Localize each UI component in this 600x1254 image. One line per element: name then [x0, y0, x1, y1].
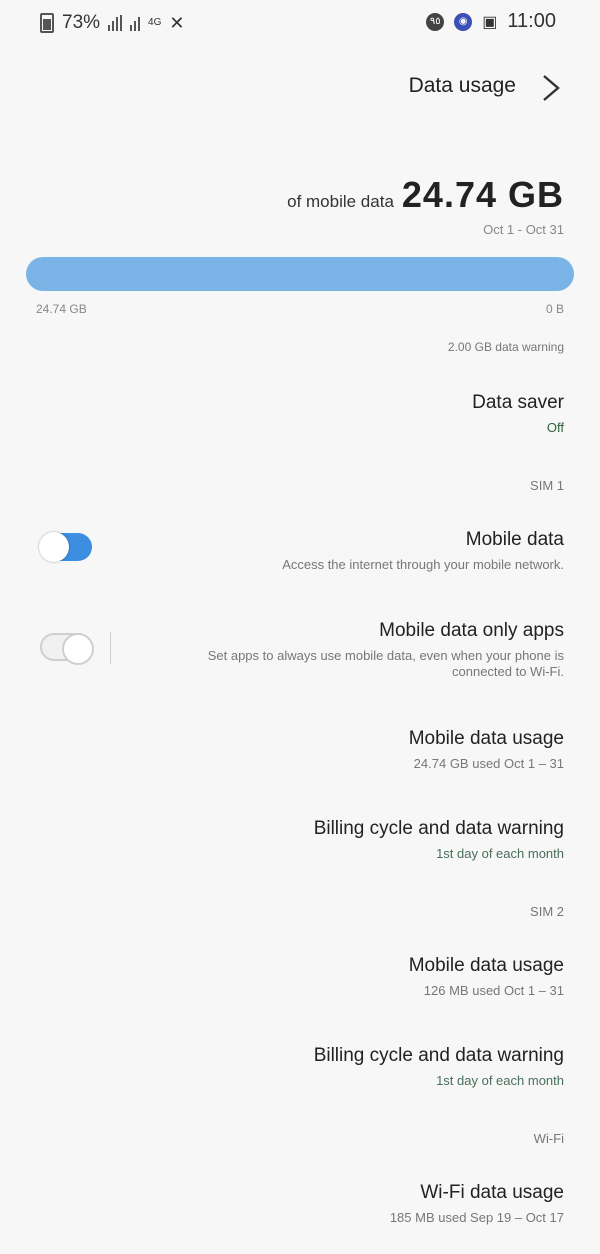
data-warning-label: 2.00 GB data warning [447, 340, 564, 354]
bar-max-label: 24.74 GB [36, 302, 87, 316]
usage-suffix: of mobile data [287, 192, 394, 211]
status-left: 73% 4G ✕ [40, 12, 184, 34]
divider [110, 632, 111, 664]
status-bar: 73% 4G ✕ ٩٥ ◉ ▣ 11:00 [0, 0, 600, 46]
wifi-usage-item[interactable]: Wi-Fi data usage 185 MB used Sep 19 – Oc… [44, 1182, 564, 1226]
sim2-mobile-data-usage-item[interactable]: Mobile data usage 126 MB used Oct 1 – 31 [44, 955, 564, 999]
sim1-usage-title: Mobile data usage [408, 728, 564, 749]
image-icon: ▣ [482, 13, 498, 31]
mobile-data-item[interactable]: Mobile data Access the internet through … [144, 529, 564, 573]
usage-period: Oct 1 - Oct 31 [483, 222, 564, 237]
battery-icon [40, 13, 54, 33]
sim1-usage-subtitle: 24.74 GB used Oct 1 – 31 [413, 756, 564, 771]
section-sim1: SIM 1 [530, 478, 564, 493]
sim2-billing-item[interactable]: Billing cycle and data warning 1st day o… [44, 1045, 564, 1089]
bar-min-label: 0 B [545, 302, 564, 316]
app-notification-icon: ◉ [454, 12, 473, 31]
mobile-data-subtitle: Access the internet through your mobile … [282, 557, 564, 572]
section-wifi: Wi-Fi [533, 1131, 564, 1146]
page-title: Data usage [408, 74, 516, 97]
wifi-usage-subtitle: 185 MB used Sep 19 – Oct 17 [389, 1210, 564, 1225]
toggle-knob [39, 532, 69, 562]
mobile-data-toggle[interactable] [39, 532, 92, 562]
sim1-billing-item[interactable]: Billing cycle and data warning 1st day o… [44, 818, 564, 862]
mobile-data-title: Mobile data [465, 529, 564, 550]
sim1-mobile-data-usage-item[interactable]: Mobile data usage 24.74 GB used Oct 1 – … [44, 728, 564, 772]
wifi-usage-title: Wi-Fi data usage [420, 1182, 564, 1203]
section-sim2: SIM 2 [530, 904, 564, 919]
sim1-billing-title: Billing cycle and data warning [313, 818, 564, 839]
toggle-knob [62, 633, 94, 665]
battery-level: 73% [62, 12, 101, 33]
sim2-usage-subtitle: 126 MB used Oct 1 – 31 [423, 983, 564, 998]
mobile-data-only-apps-subtitle-1: Set apps to always use mobile data, even… [207, 648, 564, 663]
sim2-billing-subtitle: 1st day of each month [436, 1073, 564, 1088]
usage-summary: 24.74 GB of mobile data [287, 174, 564, 216]
data-saver-title: Data saver [472, 392, 564, 413]
clock: 11:00 [507, 10, 556, 32]
mobile-data-only-apps-title: Mobile data only apps [379, 620, 564, 641]
mobile-data-only-apps-subtitle-2: connected to Wi-Fi. [452, 664, 564, 679]
mobile-data-only-apps-item[interactable]: Mobile data only apps Set apps to always… [124, 620, 564, 680]
back-arrow-icon[interactable] [538, 72, 564, 104]
sim2-usage-title: Mobile data usage [408, 955, 564, 976]
signal-icon-2 [130, 15, 141, 31]
data-saver-status: Off [546, 420, 564, 435]
mute-icon: ✕ [169, 12, 185, 33]
mobile-data-only-apps-toggle[interactable] [40, 633, 94, 665]
usage-amount: 24.74 GB [401, 174, 564, 215]
usage-bar [26, 257, 574, 291]
notification-badge: ٩٥ [426, 12, 445, 31]
data-saver-item[interactable]: Data saver Off [44, 392, 564, 436]
sim1-billing-subtitle: 1st day of each month [436, 846, 564, 861]
sim2-billing-title: Billing cycle and data warning [313, 1045, 564, 1066]
status-right: ٩٥ ◉ ▣ 11:00 [426, 10, 556, 33]
network-type: 4G [148, 17, 162, 28]
signal-icon [108, 15, 123, 31]
